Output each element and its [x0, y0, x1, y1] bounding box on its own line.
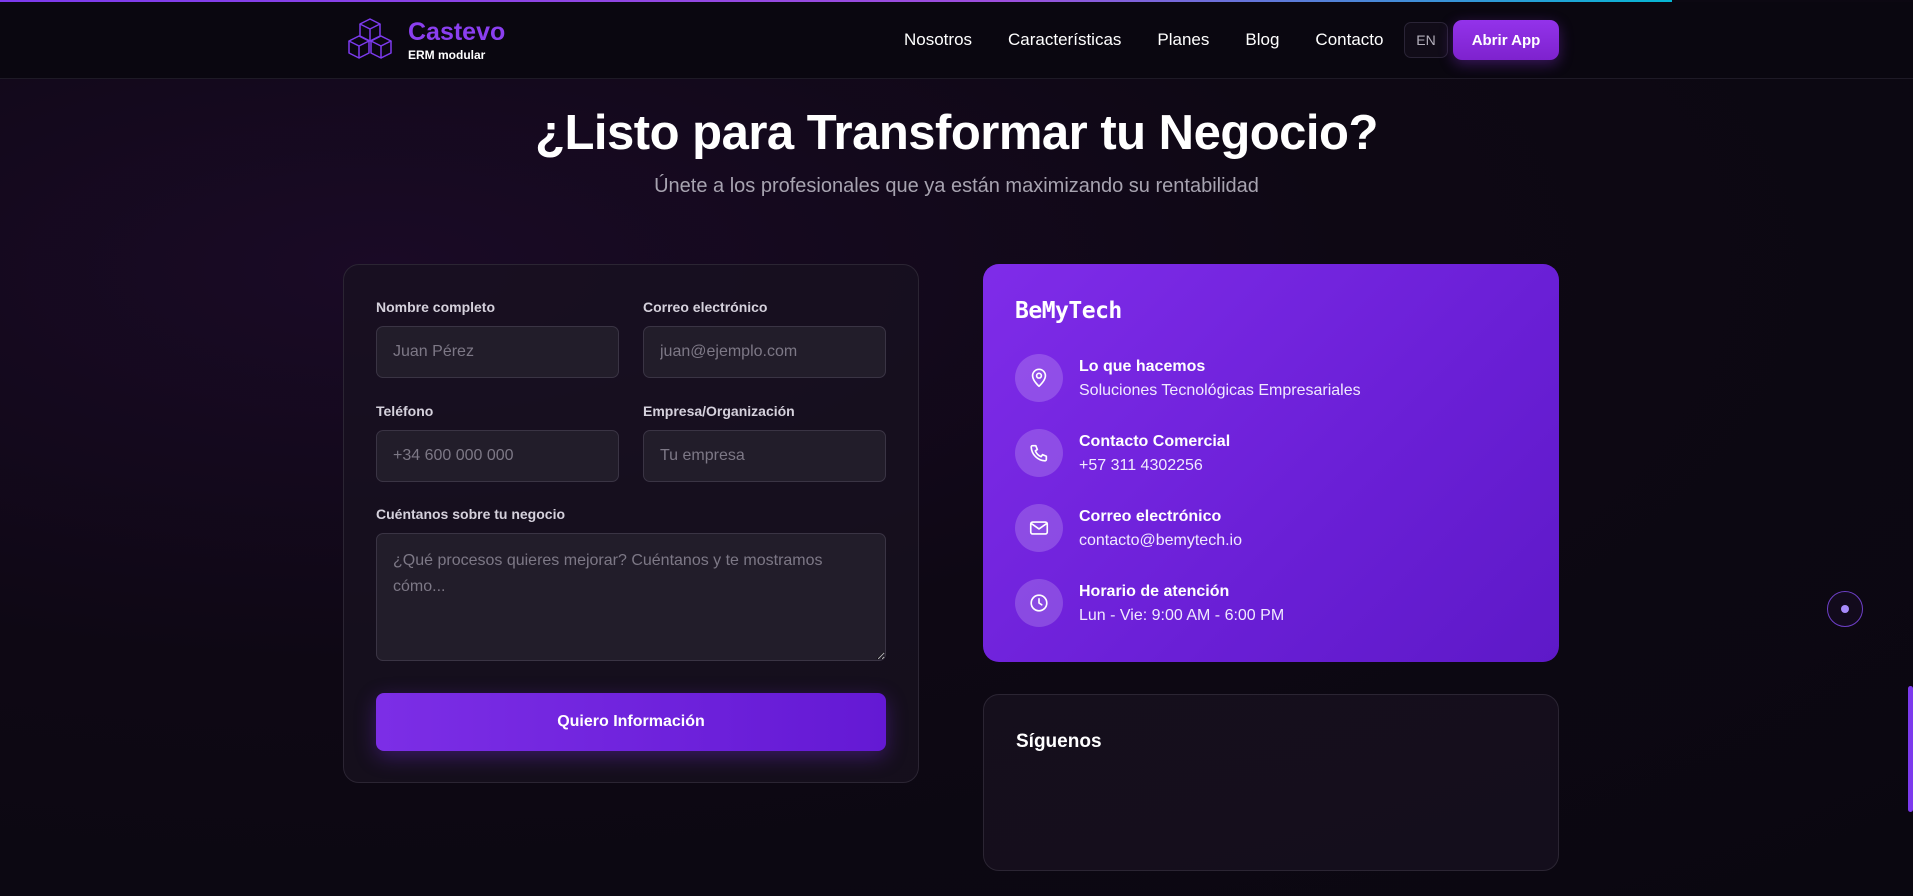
company-input[interactable]: [643, 430, 886, 482]
info-item-hours: Horario de atención Lun - Vie: 9:00 AM -…: [1015, 579, 1284, 629]
info-label: Horario de atención: [1079, 583, 1230, 600]
social-title: Síguenos: [1016, 731, 1102, 752]
company-label: Empresa/Organización: [643, 403, 795, 419]
email-label: Correo electrónico: [643, 299, 768, 315]
page-title: ¿Listo para Transformar tu Negocio?: [535, 106, 1378, 160]
company-name: BeMyTech: [1015, 298, 1122, 324]
info-value: Soluciones Tecnológicas Empresariales: [1079, 382, 1361, 399]
nav-item-nosotros[interactable]: Nosotros: [904, 28, 972, 52]
main-nav: Nosotros Características Planes Blog Con…: [904, 28, 1383, 52]
language-toggle-button[interactable]: EN: [1404, 22, 1448, 58]
brand-name: Castevo: [408, 18, 506, 46]
nav-item-contacto[interactable]: Contacto: [1315, 28, 1383, 52]
phone-input[interactable]: [376, 430, 619, 482]
brand-tagline: ERM modular: [408, 48, 486, 62]
name-input[interactable]: [376, 326, 619, 378]
info-text-phone: Contacto Comercial +57 311 4302256: [1079, 431, 1230, 479]
message-label: Cuéntanos sobre tu negocio: [376, 506, 566, 522]
name-label: Nombre completo: [376, 299, 496, 315]
contact-form-card: Nombre completo Correo electrónico Teléf…: [343, 264, 919, 783]
open-app-button[interactable]: Abrir App: [1453, 20, 1559, 60]
map-pin-icon: [1015, 354, 1063, 402]
site-header: Castevo ERM modular Nosotros Característ…: [0, 2, 1913, 79]
info-text-hours: Horario de atención Lun - Vie: 9:00 AM -…: [1079, 581, 1284, 629]
phone-label: Teléfono: [376, 403, 434, 419]
info-value[interactable]: contacto@bemytech.io: [1079, 528, 1242, 554]
info-text-services: Lo que hacemos Soluciones Tecnológicas E…: [1079, 356, 1361, 404]
brand-text: Castevo ERM modular: [408, 18, 505, 62]
nav-item-planes[interactable]: Planes: [1157, 28, 1209, 52]
info-item-email: Correo electrónico contacto@bemytech.io: [1015, 504, 1242, 554]
info-text-email: Correo electrónico contacto@bemytech.io: [1079, 506, 1242, 554]
info-value: Lun - Vie: 9:00 AM - 6:00 PM: [1079, 607, 1285, 624]
dot-icon: [1841, 605, 1849, 613]
info-value[interactable]: +57 311 4302256: [1079, 453, 1230, 479]
info-item-services: Lo que hacemos Soluciones Tecnológicas E…: [1015, 354, 1361, 404]
message-textarea[interactable]: [376, 533, 886, 661]
mail-icon: [1015, 504, 1063, 552]
scrollbar-thumb[interactable]: [1908, 686, 1913, 812]
clock-icon: [1015, 579, 1063, 627]
floating-action-button[interactable]: [1827, 591, 1863, 627]
info-label: Contacto Comercial: [1079, 433, 1231, 450]
nav-item-blog[interactable]: Blog: [1245, 28, 1279, 52]
company-info-card: BeMyTech Lo que hacemos Soluciones Tecno…: [983, 264, 1559, 662]
email-input[interactable]: [643, 326, 886, 378]
info-item-phone: Contacto Comercial +57 311 4302256: [1015, 429, 1230, 479]
info-label: Lo que hacemos: [1079, 358, 1206, 375]
page-subtitle: Únete a los profesionales que ya están m…: [654, 175, 1259, 197]
phone-icon: [1015, 429, 1063, 477]
cubes-logo-icon: [348, 18, 392, 59]
brand-logo-link[interactable]: Castevo ERM modular: [346, 16, 505, 64]
info-label: Correo electrónico: [1079, 508, 1222, 525]
social-card: Síguenos: [983, 694, 1559, 871]
submit-button[interactable]: Quiero Información: [376, 693, 886, 751]
nav-item-caracteristicas[interactable]: Características: [1008, 28, 1121, 52]
